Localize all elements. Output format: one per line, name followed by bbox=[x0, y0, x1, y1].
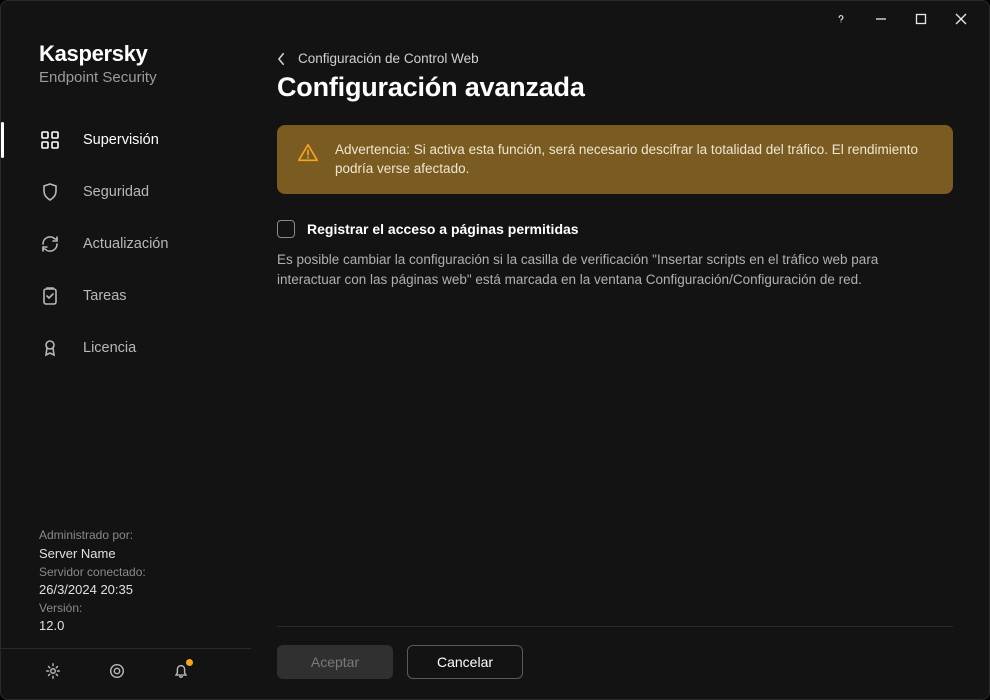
breadcrumb-label: Configuración de Control Web bbox=[298, 51, 479, 66]
sidebar-bottom-icons bbox=[1, 648, 251, 699]
nav: Supervisión Seguridad bbox=[1, 114, 251, 374]
sidebar-item-supervision[interactable]: Supervisión bbox=[1, 114, 251, 166]
clipboard-icon bbox=[39, 285, 61, 307]
accept-button[interactable]: Aceptar bbox=[277, 645, 393, 679]
managed-by-label: Administrado por: bbox=[39, 527, 251, 544]
dashboard-icon bbox=[39, 129, 61, 151]
minimize-button[interactable] bbox=[861, 4, 901, 34]
settings-icon[interactable] bbox=[43, 661, 63, 681]
cancel-button[interactable]: Cancelar bbox=[407, 645, 523, 679]
sidebar-item-tasks[interactable]: Tareas bbox=[1, 270, 251, 322]
support-icon[interactable] bbox=[107, 661, 127, 681]
sidebar-item-update[interactable]: Actualización bbox=[1, 218, 251, 270]
product-name: Endpoint Security bbox=[39, 69, 251, 86]
warning-text: Advertencia: Si activa esta función, ser… bbox=[335, 141, 933, 178]
sidebar: Kaspersky Endpoint Security Supervisión bbox=[1, 37, 251, 699]
log-access-checkbox[interactable] bbox=[277, 220, 295, 238]
brand-name: Kaspersky bbox=[39, 41, 251, 67]
sidebar-item-license[interactable]: Licencia bbox=[1, 322, 251, 374]
sidebar-item-label: Supervisión bbox=[83, 132, 159, 148]
sidebar-info: Administrado por: Server Name Servidor c… bbox=[1, 527, 251, 648]
breadcrumb-back[interactable]: Configuración de Control Web bbox=[277, 51, 953, 66]
connected-label: Servidor conectado: bbox=[39, 564, 251, 581]
managed-by-value: Server Name bbox=[39, 545, 251, 564]
maximize-button[interactable] bbox=[901, 4, 941, 34]
sidebar-item-label: Tareas bbox=[83, 288, 127, 304]
version-value: 12.0 bbox=[39, 617, 251, 636]
close-button[interactable] bbox=[941, 4, 981, 34]
button-label: Cancelar bbox=[437, 654, 493, 670]
warning-banner: Advertencia: Si activa esta función, ser… bbox=[277, 125, 953, 194]
sidebar-item-label: Licencia bbox=[83, 340, 136, 356]
footer-bar: Aceptar Cancelar bbox=[277, 626, 953, 699]
badge-icon bbox=[39, 337, 61, 359]
refresh-icon bbox=[39, 233, 61, 255]
logo-block: Kaspersky Endpoint Security bbox=[1, 41, 251, 104]
sidebar-item-security[interactable]: Seguridad bbox=[1, 166, 251, 218]
connected-value: 26/3/2024 20:35 bbox=[39, 581, 251, 600]
sidebar-item-label: Actualización bbox=[83, 236, 168, 252]
page-title: Configuración avanzada bbox=[277, 72, 953, 103]
help-text: Es posible cambiar la configuración si l… bbox=[277, 250, 917, 289]
shield-icon bbox=[39, 181, 61, 203]
main-content: Configuración de Control Web Configuraci… bbox=[251, 37, 989, 699]
checkbox-label: Registrar el acceso a páginas permitidas bbox=[307, 221, 579, 237]
button-label: Aceptar bbox=[311, 654, 359, 670]
notifications-icon[interactable] bbox=[171, 661, 191, 681]
titlebar bbox=[1, 1, 989, 37]
notification-dot bbox=[186, 659, 193, 666]
version-label: Versión: bbox=[39, 600, 251, 617]
chevron-left-icon bbox=[277, 52, 286, 66]
warning-icon bbox=[297, 142, 319, 164]
checkbox-row: Registrar el acceso a páginas permitidas bbox=[277, 220, 953, 238]
sidebar-item-label: Seguridad bbox=[83, 184, 149, 200]
app-window: Kaspersky Endpoint Security Supervisión bbox=[0, 0, 990, 700]
help-button[interactable] bbox=[821, 4, 861, 34]
